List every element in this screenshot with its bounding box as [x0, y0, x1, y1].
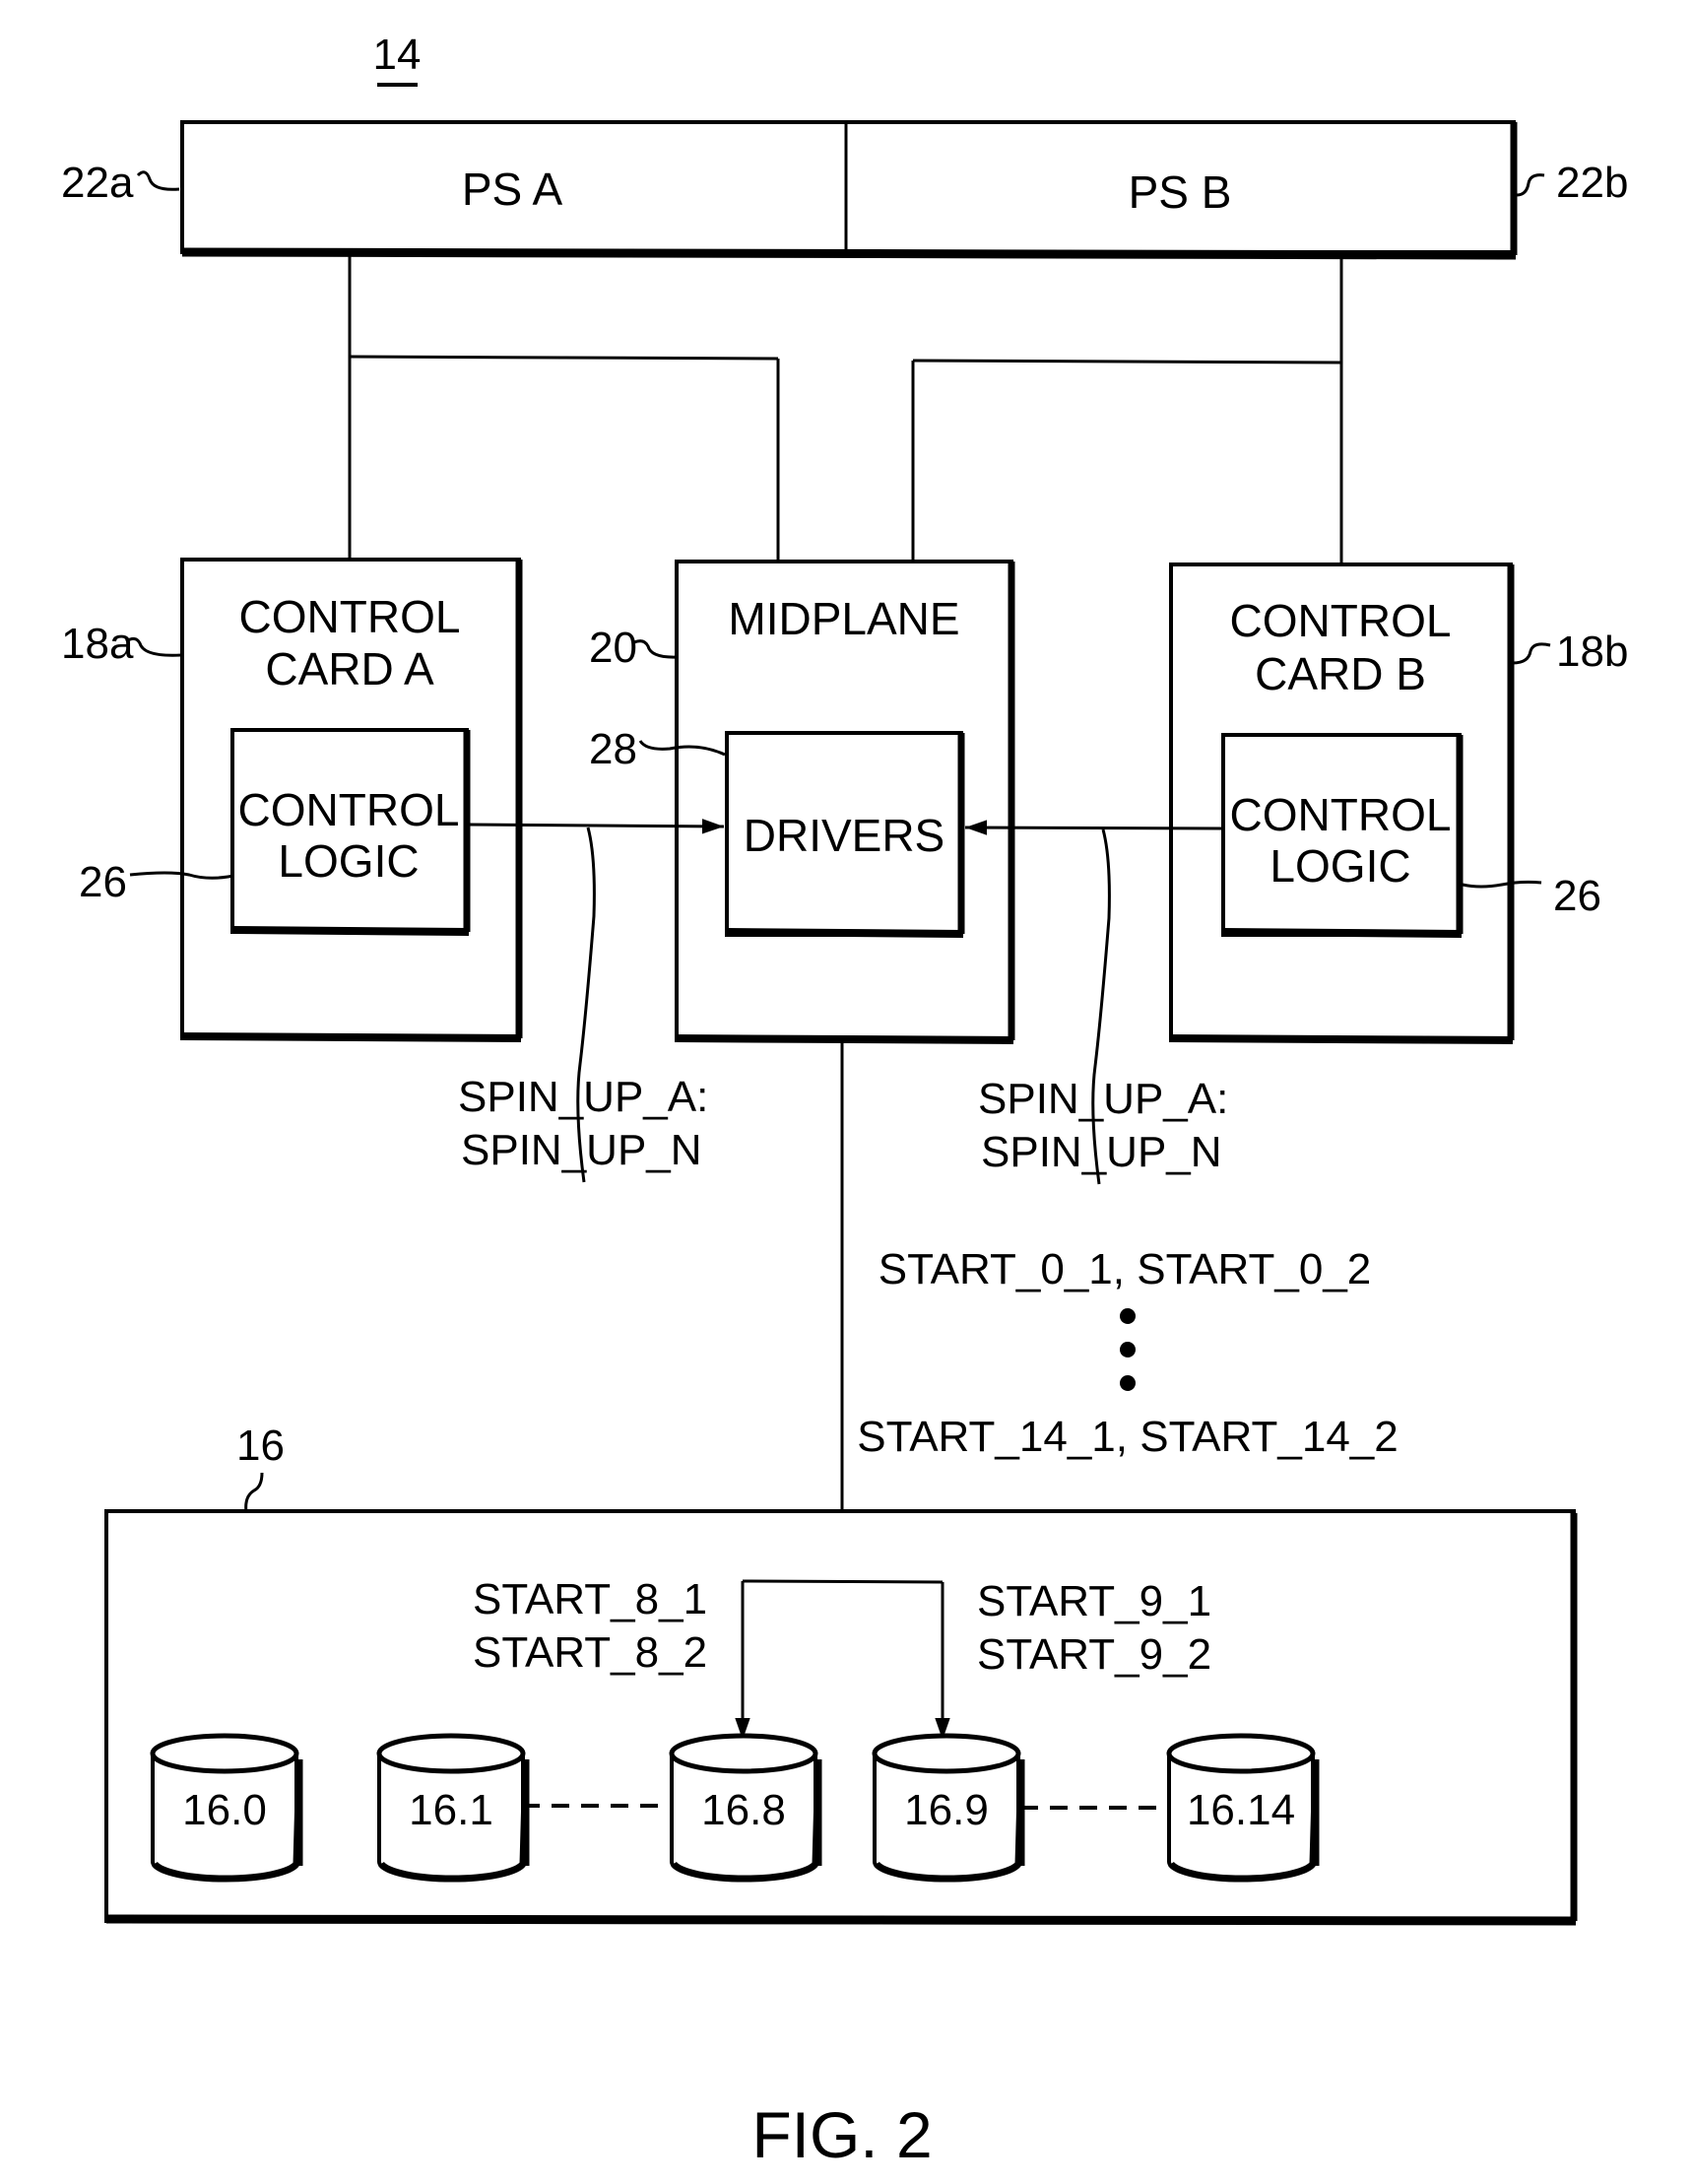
spin-up-bus-a: [468, 819, 725, 834]
spin-up-right-line1: SPIN_UP_A:: [978, 1075, 1228, 1123]
disk-array-enclosure: [104, 1509, 1578, 1926]
disk-top: [669, 1733, 818, 1774]
ellipsis-dot-2: [1120, 1342, 1136, 1357]
control-logic-b-line2: LOGIC: [1270, 840, 1410, 892]
figure-caption: FIG. 2: [751, 2098, 932, 2171]
ellipsis-dot-3: [1120, 1375, 1136, 1391]
control-card-a-title-1: CONTROL: [239, 591, 461, 642]
midplane-title: MIDPLANE: [728, 593, 959, 644]
control-card-a-ref: 18a: [61, 620, 134, 668]
disk-array-ref: 16: [236, 1422, 285, 1470]
midplane-leader: [633, 639, 679, 659]
control-card-b-ref: 18b: [1556, 628, 1628, 676]
control-card-b-title-2: CARD B: [1255, 648, 1426, 699]
ps-b-ref: 22b: [1556, 159, 1628, 207]
control-logic-b-ref: 26: [1553, 872, 1601, 920]
control-logic-b: CONTROL LOGIC: [1221, 733, 1464, 938]
disk-array-leader: [244, 1472, 264, 1513]
ps-b-leader: [1516, 173, 1545, 197]
disk-top: [376, 1733, 526, 1774]
disk-top: [1166, 1733, 1316, 1774]
drivers-label: DRIVERS: [744, 810, 944, 861]
ps-a-label: PS A: [462, 164, 563, 215]
control-card-a-leader: [125, 636, 182, 657]
disk-label: 16.0: [182, 1786, 267, 1834]
spin-up-bus-b: [964, 820, 1224, 835]
control-logic-a-line1: CONTROL: [238, 784, 460, 835]
start-first-label: START_0_1, START_0_2: [879, 1245, 1372, 1293]
spin-up-left-line1: SPIN_UP_A:: [458, 1073, 708, 1121]
ps-b-label: PS B: [1129, 166, 1232, 218]
start-9-line1: START_9_1: [977, 1577, 1211, 1625]
drivers-block: DRIVERS: [725, 731, 965, 938]
start-9-line2: START_9_2: [977, 1630, 1211, 1679]
disk-label: 16.8: [701, 1786, 786, 1834]
spin-up-left-line2: SPIN_UP_N: [461, 1126, 702, 1174]
control-card-a-title-2: CARD A: [265, 643, 434, 695]
start-8-line1: START_8_1: [473, 1575, 707, 1623]
spin-up-right-line2: SPIN_UP_N: [981, 1128, 1222, 1176]
disk-label: 16.14: [1187, 1786, 1295, 1834]
power-lines: [348, 255, 1343, 563]
ellipsis-dot-1: [1120, 1308, 1136, 1324]
disk-drive: 16.0: [150, 1733, 303, 1883]
start-8-line2: START_8_2: [473, 1628, 707, 1677]
start-last-label: START_14_1, START_14_2: [857, 1413, 1398, 1461]
power-supply-box: PS A PS B: [180, 120, 1518, 260]
control-card-b: CONTROL CARD B CONTROL LOGIC: [1169, 563, 1515, 1044]
figure-ref-number: 14: [373, 31, 422, 79]
disk-drive: 16.1: [376, 1733, 530, 1883]
disk-label: 16.9: [904, 1786, 989, 1834]
disk-top: [872, 1733, 1021, 1774]
disk-drive: 16.9: [872, 1733, 1025, 1883]
control-card-b-leader: [1512, 642, 1551, 665]
control-card-a: CONTROL CARD A CONTROL LOGIC: [180, 558, 523, 1042]
midplane-ref: 20: [589, 624, 637, 672]
disk-top: [150, 1733, 299, 1774]
control-card-b-title-1: CONTROL: [1230, 595, 1452, 646]
disk-drive: 16.14: [1166, 1733, 1320, 1883]
ps-a-ref: 22a: [61, 159, 134, 207]
control-logic-a-ref: 26: [79, 858, 127, 906]
ps-a-leader: [136, 170, 180, 191]
disk-drive: 16.8: [669, 1733, 822, 1883]
system-block-diagram: 14 PS A PS B 22a 22b CONTROL CARD A CONT…: [61, 31, 1628, 2171]
control-logic-a-line2: LOGIC: [278, 835, 419, 887]
control-logic-a: CONTROL LOGIC: [230, 728, 471, 936]
control-logic-b-line1: CONTROL: [1230, 789, 1452, 840]
midplane: MIDPLANE DRIVERS: [675, 560, 1015, 1044]
drivers-ref: 28: [589, 725, 637, 773]
disk-label: 16.1: [409, 1786, 493, 1834]
